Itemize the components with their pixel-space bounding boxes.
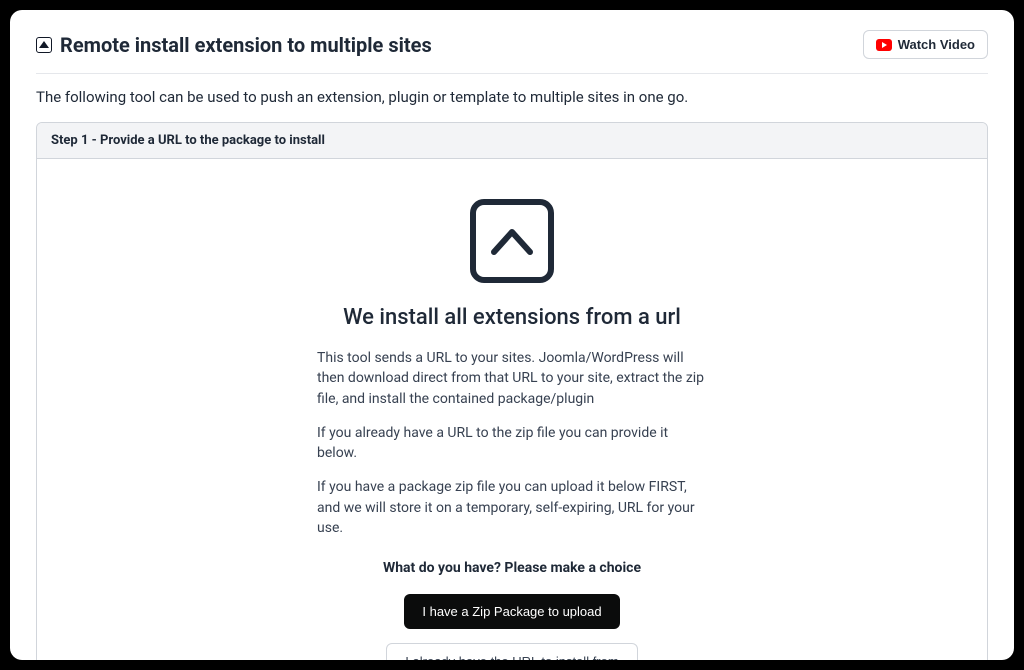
divider: [36, 73, 988, 74]
collapse-up-icon[interactable]: [36, 37, 52, 53]
page-title: Remote install extension to multiple sit…: [60, 33, 432, 57]
step-panel: Step 1 - Provide a URL to the package to…: [36, 122, 988, 660]
description-paragraph-1: This tool sends a URL to your sites. Joo…: [317, 348, 707, 409]
panel-body: We install all extensions from a url Thi…: [37, 159, 987, 660]
upload-icon: [470, 199, 554, 283]
youtube-icon: [876, 39, 892, 51]
intro-text: The following tool can be used to push a…: [36, 88, 988, 106]
choice-prompt: What do you have? Please make a choice: [383, 560, 641, 576]
panel-header: Step 1 - Provide a URL to the package to…: [37, 123, 987, 159]
watch-video-button[interactable]: Watch Video: [863, 30, 988, 59]
zip-package-button[interactable]: I have a Zip Package to upload: [404, 594, 619, 629]
description-block: This tool sends a URL to your sites. Joo…: [317, 348, 707, 552]
description-paragraph-3: If you have a package zip file you can u…: [317, 477, 707, 538]
watch-video-label: Watch Video: [898, 37, 975, 52]
have-url-button[interactable]: I already have the URL to install from: [386, 643, 637, 660]
window: Remote install extension to multiple sit…: [10, 10, 1014, 660]
page-header: Remote install extension to multiple sit…: [36, 30, 988, 59]
description-paragraph-2: If you already have a URL to the zip fil…: [317, 423, 707, 464]
header-left: Remote install extension to multiple sit…: [36, 33, 432, 57]
panel-subheading: We install all extensions from a url: [343, 305, 681, 330]
